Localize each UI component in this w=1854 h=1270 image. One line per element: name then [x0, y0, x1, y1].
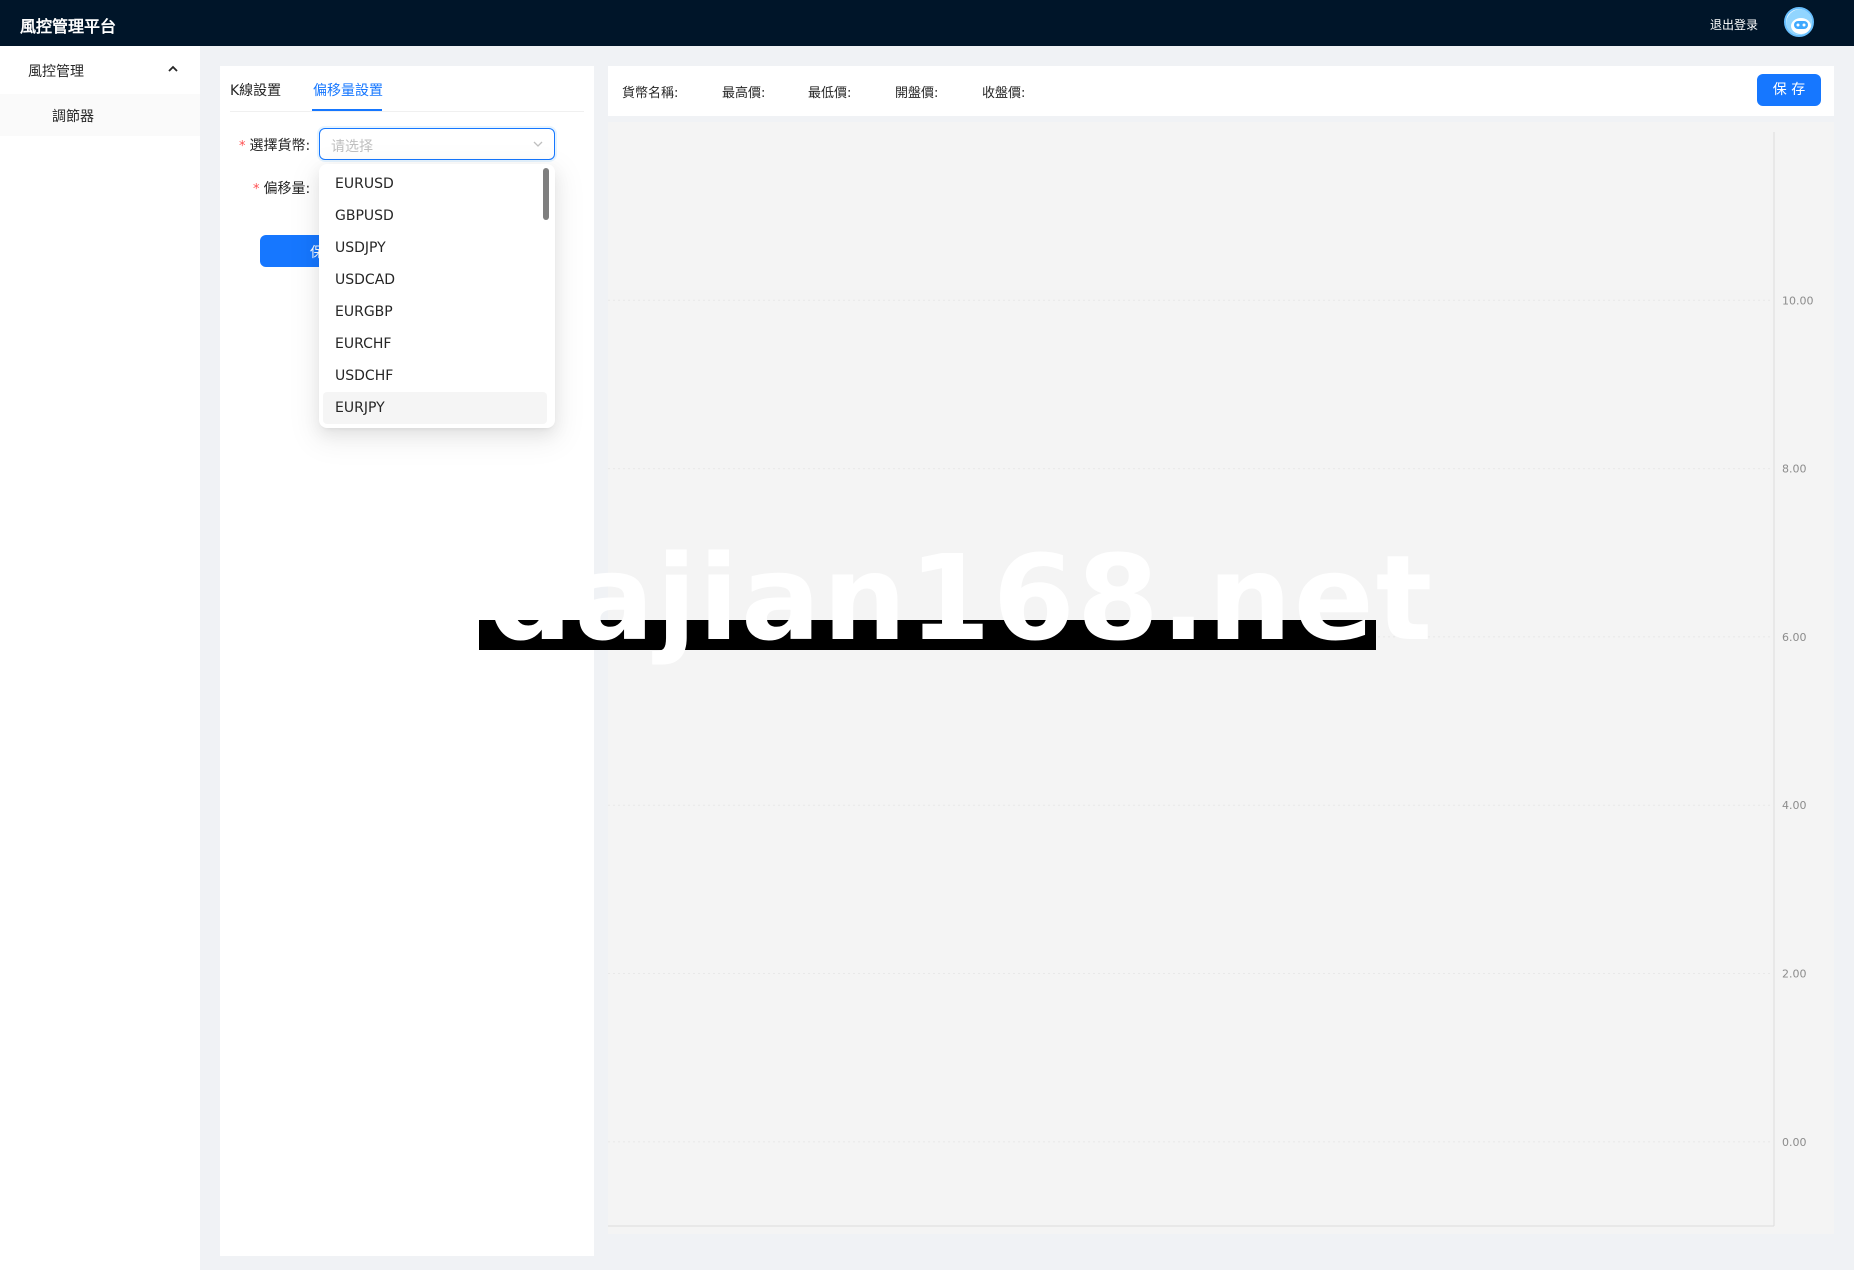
top-navbar: 風控管理平台 退出登录 [0, 0, 1854, 46]
y-tick-label: 10.00 [1782, 294, 1814, 307]
y-tick-label: 0.00 [1782, 1136, 1807, 1149]
y-tick-label: 4.00 [1782, 799, 1807, 812]
save-button[interactable]: 保 存 [1757, 74, 1821, 106]
chevron-up-icon [168, 65, 178, 72]
low-price-label: 最低價: [808, 86, 852, 101]
tab-offset-settings[interactable]: 偏移量設置 [313, 80, 383, 110]
watermark-text: dajian168.net [488, 528, 1434, 668]
y-tick-label: 2.00 [1782, 968, 1807, 981]
open-price-label: 開盤價: [895, 86, 939, 101]
y-tick-label: 6.00 [1782, 631, 1807, 644]
dropdown-option[interactable]: USDCAD [323, 264, 547, 296]
currency-select[interactable]: 请选择 [319, 128, 555, 160]
sidebar-item-regulator[interactable]: 調節器 [0, 94, 200, 136]
dropdown-option[interactable]: USDCHF [323, 360, 547, 392]
required-mark: * [239, 139, 246, 154]
offset-label-text: 偏移量: [263, 181, 311, 197]
sidebar: 風控管理 調節器 [0, 46, 200, 1270]
dropdown-option[interactable]: EURCHF [323, 328, 547, 360]
required-mark: * [253, 182, 260, 197]
sidebar-group-label: 風控管理 [28, 64, 84, 80]
dropdown-scrollbar[interactable] [543, 168, 549, 220]
tab-kline-settings[interactable]: K線設置 [230, 80, 281, 110]
dropdown-option[interactable]: EURUSD [323, 168, 547, 200]
currency-label-text: 選擇貨幣: [249, 138, 311, 154]
kline-chart[interactable]: 0.00 2.00 4.00 6.00 8.00 10.00 [608, 122, 1834, 1234]
quote-info-bar: 貨幣名稱: 最高價: 最低價: 開盤價: 收盤價: [608, 66, 1834, 116]
y-tick-label: 8.00 [1782, 463, 1807, 476]
offset-field-label: * 偏移量: [253, 178, 310, 198]
chevron-down-icon [533, 141, 543, 147]
logout-link[interactable]: 退出登录 [1710, 16, 1758, 33]
chart-canvas: 0.00 2.00 4.00 6.00 8.00 10.00 [608, 132, 1814, 1227]
currency-dropdown: EURUSD GBPUSD USDJPY USDCAD EURGBP EURCH… [319, 164, 555, 428]
watermark-label: dajian168.net [488, 529, 1435, 667]
dropdown-option-hovered[interactable]: EURJPY [323, 392, 547, 424]
sidebar-item-label: 調節器 [52, 109, 94, 125]
dropdown-option[interactable]: GBPUSD [323, 200, 547, 232]
robot-avatar-icon[interactable] [1784, 7, 1814, 37]
tab-active-indicator [312, 109, 382, 111]
dropdown-option[interactable]: USDJPY [323, 232, 547, 264]
high-price-label: 最高價: [722, 86, 766, 101]
currency-select-placeholder: 请选择 [331, 139, 373, 155]
currency-field-label: * 選擇貨幣: [239, 135, 310, 155]
tab-divider [230, 111, 584, 112]
dropdown-option[interactable]: EURGBP [323, 296, 547, 328]
currency-name-label: 貨幣名稱: [622, 86, 679, 101]
close-price-label: 收盤價: [982, 86, 1026, 101]
app-title: 風控管理平台 [20, 17, 117, 36]
sidebar-group-risk-control[interactable]: 風控管理 [0, 46, 200, 94]
